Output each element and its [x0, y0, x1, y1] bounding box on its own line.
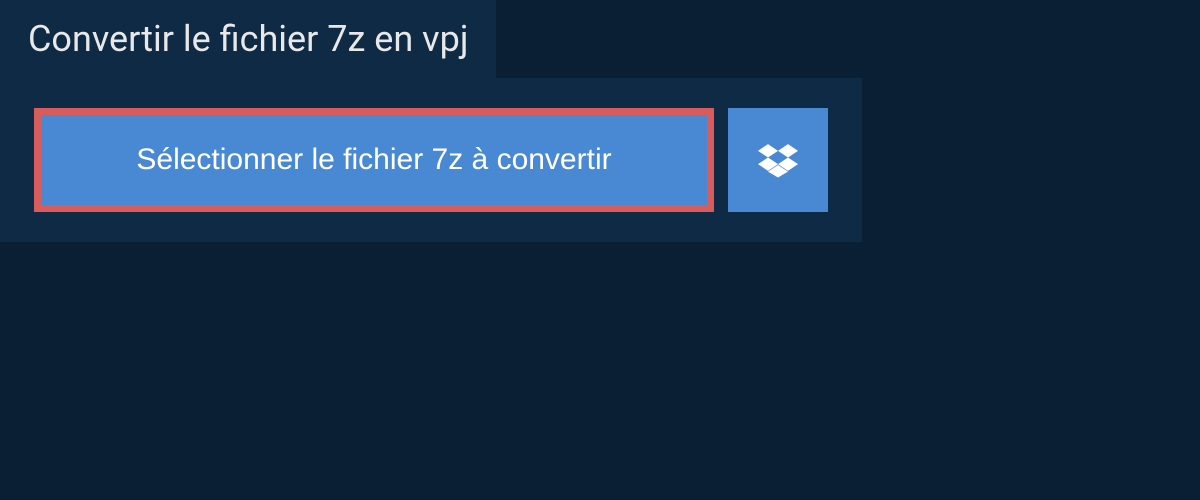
header-bar: Convertir le fichier 7z en vpj — [0, 0, 496, 78]
dropbox-button[interactable] — [728, 108, 828, 212]
upload-panel: Sélectionner le fichier 7z à convertir — [0, 78, 862, 242]
select-file-button[interactable]: Sélectionner le fichier 7z à convertir — [34, 108, 714, 212]
dropbox-icon — [758, 140, 798, 180]
page-title: Convertir le fichier 7z en vpj — [28, 18, 468, 60]
select-file-label: Sélectionner le fichier 7z à convertir — [136, 143, 611, 177]
